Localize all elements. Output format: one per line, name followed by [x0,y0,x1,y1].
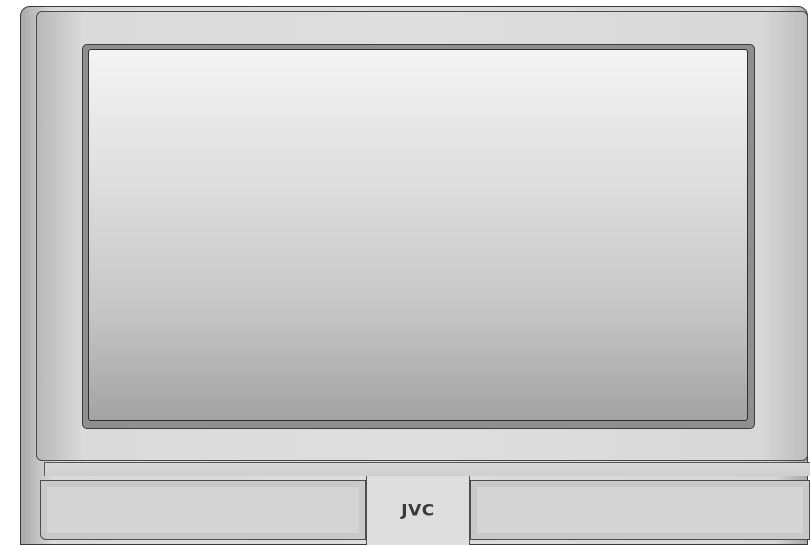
logo-panel: JVC [366,476,470,545]
brand-logo: JVC [401,501,435,520]
left-speaker-grille [40,480,366,540]
right-speaker-grille [470,480,810,540]
tv-screen [88,49,748,421]
bezel-chin [44,462,810,476]
